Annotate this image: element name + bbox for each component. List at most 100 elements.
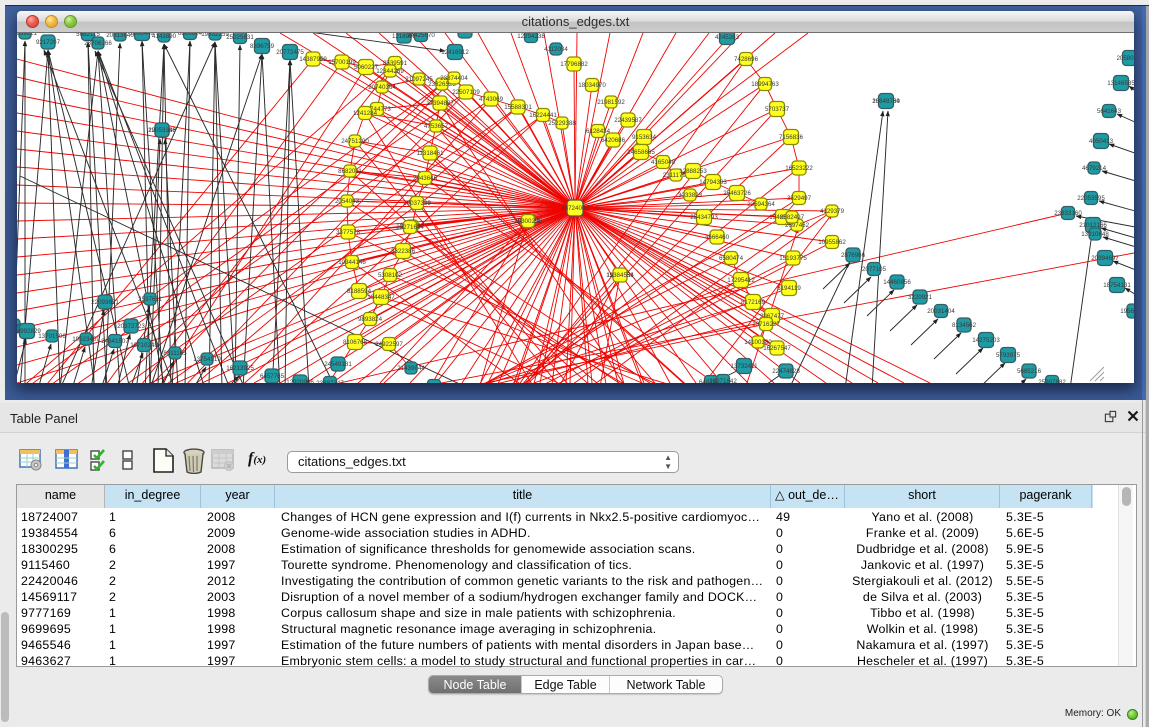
svg-text:14460856: 14460856	[883, 279, 911, 286]
svg-text:19448347: 19448347	[367, 294, 395, 301]
svg-text:4666460: 4666460	[705, 234, 730, 241]
svg-text:2077105: 2077105	[862, 266, 887, 273]
svg-text:9893824: 9893824	[358, 316, 383, 323]
svg-text:14275203: 14275203	[972, 337, 1000, 344]
svg-text:14387959: 14387959	[299, 56, 327, 63]
svg-text:6194119: 6194119	[777, 285, 801, 292]
svg-text:19832259: 19832259	[201, 33, 229, 38]
svg-text:13146585: 13146585	[1107, 80, 1134, 87]
svg-text:19563180: 19563180	[1120, 308, 1134, 315]
svg-text:16523222: 16523222	[785, 165, 813, 172]
svg-text:15700199: 15700199	[328, 59, 356, 66]
svg-text:12294238: 12294238	[517, 33, 545, 40]
svg-text:6580474: 6580474	[719, 255, 744, 262]
svg-text:21439044: 21439044	[397, 365, 425, 372]
svg-text:23487347: 23487347	[316, 380, 344, 383]
svg-text:16267547: 16267547	[763, 345, 791, 352]
svg-text:8811165: 8811165	[163, 350, 187, 357]
svg-text:2876966: 2876966	[841, 252, 866, 259]
svg-text:13701506: 13701506	[38, 333, 66, 340]
svg-text:13716227: 13716227	[752, 321, 780, 328]
svg-text:4743069: 4743069	[479, 96, 504, 103]
svg-text:21981592: 21981592	[597, 99, 625, 106]
svg-text:24549181: 24549181	[324, 361, 352, 368]
svg-text:20772475: 20772475	[276, 49, 304, 56]
svg-text:24641507: 24641507	[101, 338, 129, 345]
svg-text:8106768: 8106768	[343, 339, 368, 346]
svg-text:23594364: 23594364	[747, 201, 775, 208]
svg-text:29053346: 29053346	[148, 127, 176, 134]
svg-text:25025631: 25025631	[226, 34, 254, 41]
svg-text:19523409: 19523409	[72, 336, 100, 343]
svg-text:13754919: 13754919	[193, 356, 221, 363]
svg-text:21097245: 21097245	[405, 76, 433, 83]
svg-text:9217207: 9217207	[36, 39, 61, 46]
svg-text:22093651: 22093651	[91, 299, 119, 306]
svg-text:13910648: 13910648	[1081, 231, 1109, 238]
svg-text:12920906: 12920906	[286, 379, 314, 383]
svg-text:5641643: 5641643	[1097, 108, 1122, 115]
svg-text:23874404: 23874404	[440, 75, 468, 82]
svg-text:3322386: 3322386	[391, 248, 416, 255]
svg-text:20372723: 20372723	[117, 323, 145, 330]
svg-text:2537611: 2537611	[138, 296, 162, 303]
svg-text:4679214: 4679214	[1082, 165, 1107, 172]
svg-text:15588301: 15588301	[504, 104, 532, 111]
svg-text:22474828: 22474828	[772, 368, 800, 375]
svg-text:22507109: 22507109	[452, 89, 480, 96]
svg-text:9153634: 9153634	[632, 134, 657, 141]
svg-text:6217026: 6217026	[453, 33, 478, 35]
svg-text:2943646: 2943646	[413, 175, 438, 182]
svg-text:2682497: 2682497	[780, 214, 805, 221]
svg-text:16224441: 16224441	[529, 112, 557, 119]
svg-text:7156836: 7156836	[779, 134, 804, 141]
svg-text:23971842: 23971842	[709, 378, 737, 383]
svg-text:7428696: 7428696	[734, 56, 759, 63]
svg-text:10710248: 10710248	[130, 342, 158, 349]
svg-text:13732411: 13732411	[730, 363, 758, 370]
svg-text:12416912: 12416912	[441, 49, 469, 56]
svg-text:3220921: 3220921	[908, 294, 933, 301]
svg-text:1241284: 1241284	[353, 110, 378, 117]
svg-text:4050413: 4050413	[1089, 138, 1114, 145]
svg-text:5793975: 5793975	[996, 352, 1021, 359]
svg-text:17796882: 17796882	[560, 61, 588, 68]
svg-text:3377578: 3377578	[336, 229, 361, 236]
svg-text:20994697: 20994697	[1091, 255, 1119, 262]
svg-text:4112034: 4112034	[544, 46, 568, 53]
svg-text:23833160: 23833160	[1054, 210, 1082, 217]
svg-text:5060227: 5060227	[354, 64, 379, 71]
svg-text:11318461: 11318461	[416, 150, 444, 157]
svg-text:5685216: 5685216	[1017, 368, 1042, 375]
svg-text:24751200: 24751200	[341, 138, 369, 145]
svg-text:4245263: 4245263	[715, 34, 740, 41]
svg-text:14794303: 14794303	[699, 179, 727, 186]
svg-text:10344146: 10344146	[338, 259, 366, 266]
svg-text:20740364: 20740364	[368, 84, 396, 91]
svg-text:17394887: 17394887	[426, 100, 454, 107]
svg-text:4143890: 4143890	[152, 33, 177, 40]
svg-text:6420686: 6420686	[601, 137, 626, 144]
svg-text:19384554: 19384554	[606, 272, 634, 279]
svg-text:1839221: 1839221	[17, 33, 38, 37]
svg-text:2054043: 2054043	[335, 198, 360, 205]
svg-text:8396759: 8396759	[250, 43, 275, 50]
svg-text:4165048: 4165048	[651, 159, 676, 166]
svg-text:17295412: 17295412	[727, 277, 755, 284]
svg-text:8188594: 8188594	[347, 288, 372, 295]
svg-text:5703737: 5703737	[765, 106, 790, 113]
svg-text:25229388: 25229388	[548, 120, 576, 127]
svg-text:12888253: 12888253	[679, 168, 707, 175]
svg-text:25463726: 25463726	[723, 190, 751, 197]
svg-text:16213925: 16213925	[226, 365, 254, 372]
svg-text:25434793: 25434793	[690, 214, 718, 221]
svg-text:8682011: 8682011	[338, 168, 362, 175]
svg-text:6457765: 6457765	[260, 373, 285, 380]
svg-text:20037339: 20037339	[403, 200, 431, 207]
svg-text:15193775: 15193775	[779, 255, 807, 262]
svg-text:18754131: 18754131	[1103, 282, 1131, 289]
svg-text:18034970: 18034970	[578, 82, 606, 89]
svg-text:4753657: 4753657	[424, 123, 449, 130]
svg-text:24425670: 24425670	[407, 33, 435, 39]
svg-text:23706266: 23706266	[84, 40, 112, 47]
